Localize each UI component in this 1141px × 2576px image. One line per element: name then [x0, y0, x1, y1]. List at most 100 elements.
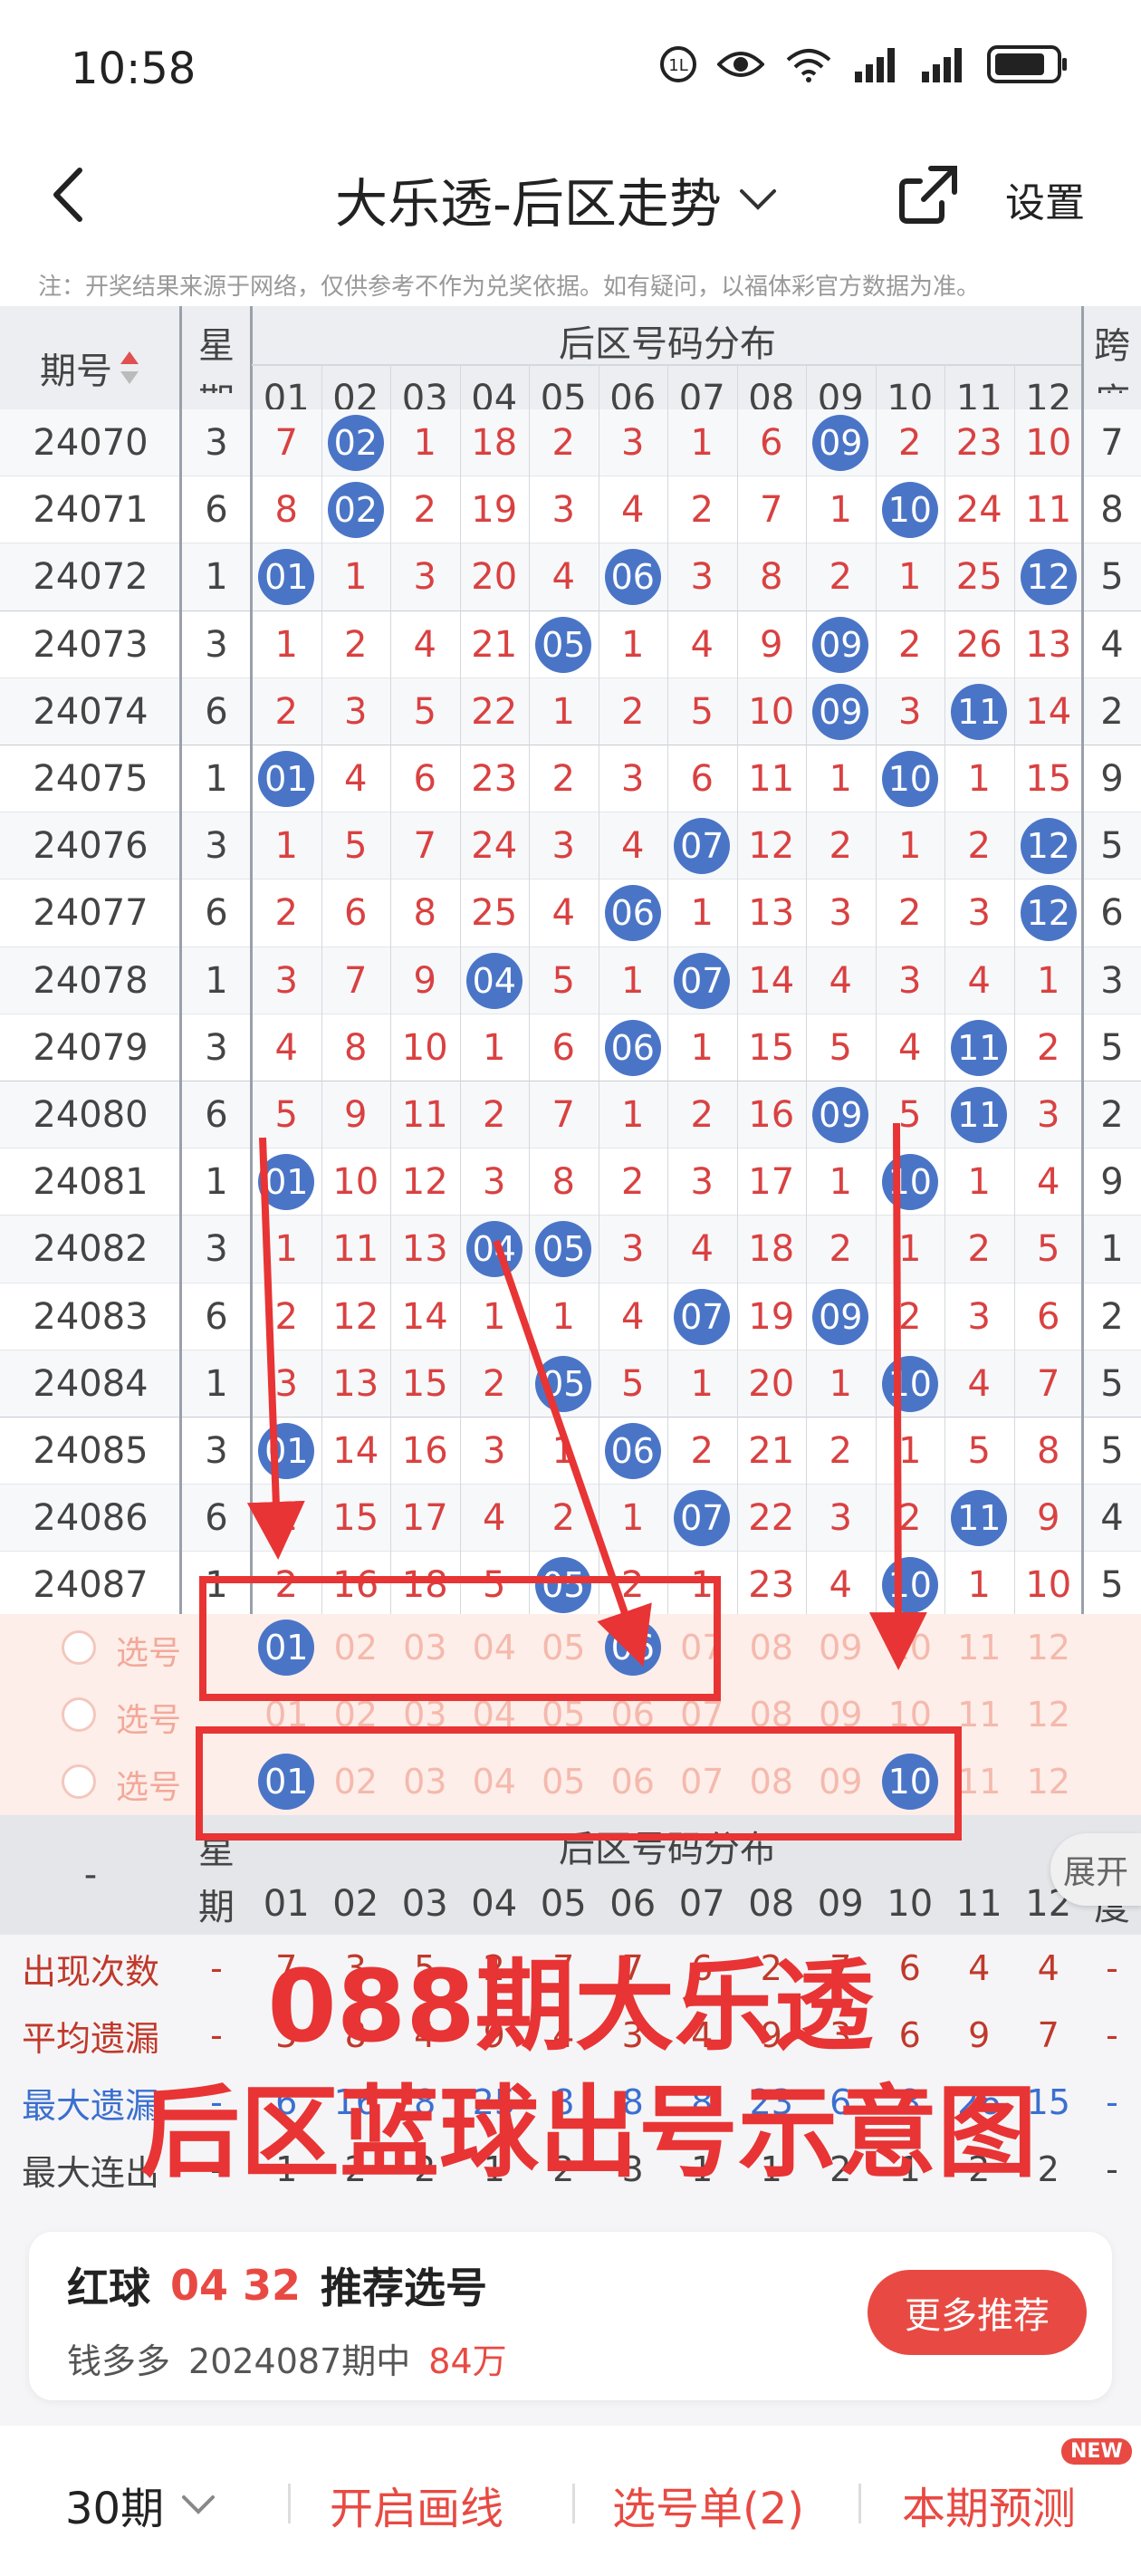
share-icon[interactable]: [896, 163, 960, 226]
status-icons: 1L: [659, 45, 1069, 83]
miss-count: 4: [551, 892, 575, 935]
blue-ball: 10: [881, 751, 938, 808]
miss-count: 25: [955, 556, 1002, 599]
miss-count: 1: [483, 1295, 506, 1338]
divider: [288, 2484, 291, 2523]
stats-label: 出现次数: [21, 1951, 159, 1992]
pick-number[interactable]: 08: [737, 1614, 807, 1681]
miss-count: 13: [1025, 623, 1072, 666]
number-col-header: 11: [955, 1883, 1002, 1925]
grid-line: [529, 364, 530, 1614]
miss-count: 6: [760, 422, 783, 465]
blue-ball: 12: [1020, 818, 1077, 875]
svg-text:1L: 1L: [668, 56, 687, 75]
blue-ball: 07: [674, 1288, 731, 1345]
drawn-ball: 01: [252, 1149, 321, 1216]
miss-count: 2: [274, 1295, 298, 1338]
miss-count: 1: [1037, 959, 1060, 1002]
miss-count: 7: [760, 489, 783, 532]
drawn-ball: 09: [806, 409, 876, 476]
miss-count: 2: [344, 623, 368, 666]
weekday: 6: [205, 1094, 228, 1137]
weekday: 1: [205, 1161, 228, 1204]
pick-number[interactable]: 12: [1014, 1681, 1084, 1748]
more-recommend-button[interactable]: 更多推荐: [868, 2270, 1087, 2355]
pick-radio[interactable]: [62, 1764, 96, 1799]
pick-list-button[interactable]: 选号单(2): [612, 2473, 804, 2536]
number-col-header: 04: [471, 1883, 518, 1925]
miss-count: 6: [413, 758, 436, 801]
stats-value: 7: [1037, 2015, 1060, 2055]
weekday: 6: [205, 1497, 228, 1540]
grid-line: [1081, 306, 1084, 1614]
blue-ball: 10: [881, 482, 938, 539]
issue-number: 24082: [33, 1228, 149, 1271]
miss-count: 6: [551, 1026, 575, 1069]
miss-count: 3: [621, 758, 645, 801]
miss-count: 15: [401, 1362, 448, 1405]
miss-count: 4: [690, 623, 714, 666]
miss-count: 5: [621, 1362, 645, 1405]
miss-count: 10: [1025, 422, 1072, 465]
periods-dropdown[interactable]: 30期: [65, 2473, 216, 2536]
expand-button[interactable]: 展开: [1050, 1833, 1141, 1906]
status-time: 10:58: [71, 43, 197, 94]
miss-count: 15: [1025, 758, 1072, 801]
span-value: 8: [1100, 489, 1124, 532]
miss-count: 20: [471, 556, 518, 599]
issue-number: 24076: [33, 825, 149, 868]
status-bar: 10:58 1L: [0, 0, 1141, 136]
predict-button[interactable]: 本期预测: [902, 2473, 1076, 2536]
miss-count: 23: [955, 422, 1002, 465]
miss-count: 16: [748, 1094, 795, 1137]
miss-count: 2: [1037, 1026, 1060, 1069]
span-value: 9: [1100, 758, 1124, 801]
miss-count: 1: [898, 556, 922, 599]
stats-label: 平均遗漏: [21, 2018, 159, 2059]
blue-ball: 10: [881, 1154, 938, 1211]
weekday: 1: [205, 1362, 228, 1405]
hit-text: 2024087期中: [188, 2341, 411, 2381]
miss-count: 12: [748, 825, 795, 868]
miss-count: 1: [413, 422, 436, 465]
blue-ball: 09: [812, 683, 869, 740]
pick-radio[interactable]: [62, 1630, 96, 1665]
miss-count: 3: [898, 690, 922, 733]
pick-number-label: 12: [1026, 1695, 1070, 1735]
miss-count: 7: [413, 825, 436, 868]
pick-number[interactable]: 10: [876, 1614, 945, 1681]
miss-count: 11: [332, 1228, 379, 1271]
draw-line-button[interactable]: 开启画线: [330, 2473, 503, 2536]
blue-ball: 02: [327, 415, 384, 472]
pick-number[interactable]: 11: [944, 1614, 1014, 1681]
miss-count: 8: [274, 489, 298, 532]
pick-number[interactable]: 12: [1014, 1748, 1084, 1815]
weekday: 6: [205, 892, 228, 935]
sort-icon: [120, 351, 139, 384]
settings-button[interactable]: 设置: [1005, 170, 1085, 228]
weekday: 3: [205, 1026, 228, 1069]
miss-count: 2: [898, 892, 922, 935]
miss-count: 23: [471, 758, 518, 801]
miss-count: 2: [829, 825, 852, 868]
miss-count: 17: [401, 1497, 448, 1540]
pick-radio[interactable]: [62, 1697, 96, 1732]
miss-count: 1: [898, 1430, 922, 1473]
span-value: 6: [1100, 892, 1124, 935]
miss-count: 15: [332, 1497, 379, 1540]
miss-count: 13: [332, 1362, 379, 1405]
title-dropdown[interactable]: 大乐透-后区走势: [335, 161, 778, 237]
pick-number[interactable]: 09: [806, 1614, 876, 1681]
miss-count: 1: [690, 892, 714, 935]
grid-line: [321, 364, 322, 1614]
miss-count: 9: [1037, 1497, 1060, 1540]
span-value: 3: [1100, 959, 1124, 1002]
miss-count: 1: [551, 1295, 575, 1338]
miss-count: 1: [967, 758, 991, 801]
back-icon[interactable]: [43, 163, 98, 226]
blue-ball: 05: [535, 1355, 592, 1412]
pick-number[interactable]: 12: [1014, 1614, 1084, 1681]
miss-count: 1: [274, 825, 298, 868]
drawn-ball: 07: [667, 947, 737, 1014]
miss-count: 14: [748, 959, 795, 1002]
